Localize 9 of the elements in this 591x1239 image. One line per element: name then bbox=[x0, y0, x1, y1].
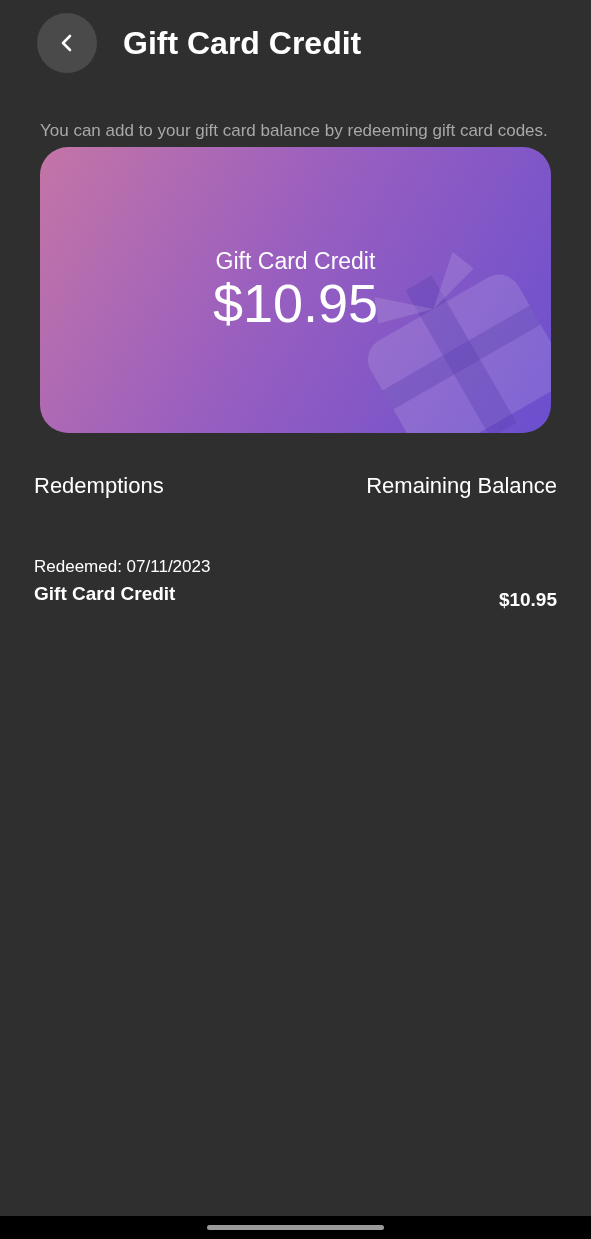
card-label: Gift Card Credit bbox=[215, 248, 376, 274]
balance-amount: $10.95 bbox=[498, 587, 557, 612]
page-title: Gift Card Credit bbox=[123, 23, 362, 63]
card-amount: $10.95 bbox=[212, 274, 379, 332]
column-heading: Remaining Balance bbox=[366, 472, 557, 500]
redeemed-date: Redeemed: 07/11/2023 bbox=[34, 556, 211, 578]
description-text: You can add to your gift card balance by redeeming gift card codes. bbox=[39, 120, 549, 142]
redemption-name: Gift Card Credit bbox=[34, 581, 177, 606]
column-heading: Redemptions bbox=[34, 472, 164, 500]
